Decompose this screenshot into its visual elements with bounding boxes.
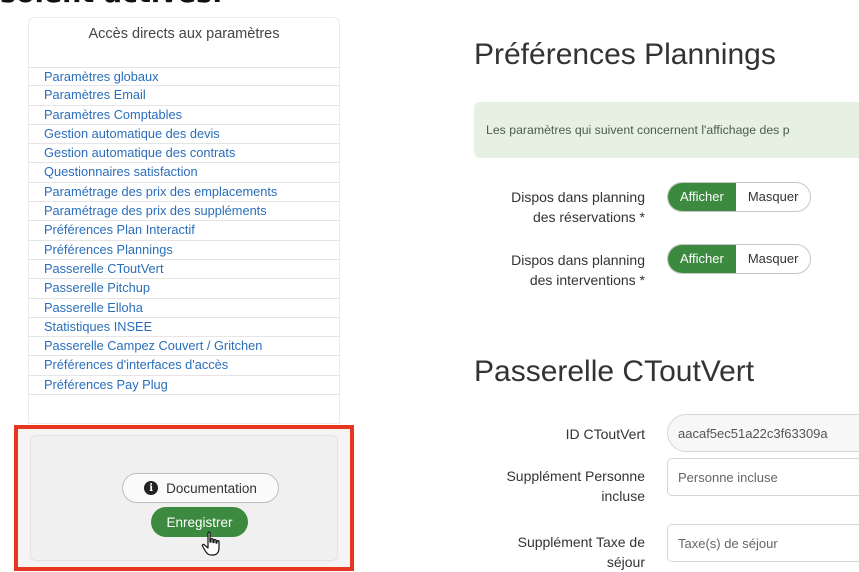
action-panel: i Documentation Enregistrer xyxy=(30,435,338,561)
sidebar-link-plan-interactif[interactable]: Préférences Plan Interactif xyxy=(29,221,339,241)
save-button[interactable]: Enregistrer xyxy=(151,507,248,537)
info-circle-icon: i xyxy=(144,481,159,495)
sidebar-link-preferences-plannings[interactable]: Préférences Plannings xyxy=(29,241,339,260)
sidebar-title: Accès directs aux paramètres xyxy=(88,26,280,42)
highlight-box: i Documentation Enregistrer xyxy=(14,425,354,571)
sidebar-link-campez-couvert[interactable]: Passerelle Campez Couvert / Gritchen xyxy=(29,337,339,357)
clipped-caption-text: soient actives. xyxy=(0,0,222,9)
sidebar-link-statistiques-insee[interactable]: Statistiques INSEE xyxy=(29,318,339,338)
sidebar-link-prix-supplements[interactable]: Paramétrage des prix des suppléments xyxy=(29,202,339,222)
supp-personne-label-line2: incluse xyxy=(601,488,645,504)
sidebar-link-passerelle-elloha[interactable]: Passerelle Elloha xyxy=(29,299,339,318)
sidebar-link-gestion-devis[interactable]: Gestion automatique des devis xyxy=(29,125,339,145)
interventions-show-option[interactable]: Afficher xyxy=(668,245,736,273)
sidebar-link-questionnaires[interactable]: Questionnaires satisfaction xyxy=(29,163,339,183)
supp-taxe-label-line1: Supplément Taxe de xyxy=(517,534,645,550)
sidebar-link-passerelle-pitchup[interactable]: Passerelle Pitchup xyxy=(29,279,339,299)
supp-personne-label: Supplément Personne incluse xyxy=(485,466,645,506)
sidebar-link-parametres-globaux[interactable]: Paramètres globaux xyxy=(29,67,339,87)
settings-shortcut-sidebar: Accès directs aux paramètres Paramètres … xyxy=(28,17,340,424)
supp-personne-input[interactable] xyxy=(667,458,859,496)
reservations-display-toggle: Afficher Masquer xyxy=(667,182,812,212)
supp-taxe-label: Supplément Taxe de séjour xyxy=(485,532,645,572)
hand-pointer-icon xyxy=(201,531,220,556)
reservations-label-line2: des réservations * xyxy=(532,209,645,225)
interventions-availability-label: Dispos dans planning des interventions * xyxy=(485,250,645,290)
documentation-button-label: Documentation xyxy=(166,480,257,496)
sidebar-link-interfaces-acces[interactable]: Préférences d'interfaces d'accès xyxy=(29,356,339,376)
reservations-availability-label: Dispos dans planning des réservations * xyxy=(485,187,645,227)
supp-taxe-label-line2: séjour xyxy=(606,554,645,570)
sidebar-link-parametres-email[interactable]: Paramètres Email xyxy=(29,86,339,106)
documentation-button[interactable]: i Documentation xyxy=(122,473,279,503)
sidebar-link-gestion-contrats[interactable]: Gestion automatique des contrats xyxy=(29,144,339,164)
reservations-label-line1: Dispos dans planning xyxy=(511,189,645,205)
supp-personne-label-line1: Supplément Personne xyxy=(506,468,645,484)
interventions-label-line1: Dispos dans planning xyxy=(511,252,645,268)
reservations-hide-option[interactable]: Masquer xyxy=(736,183,811,211)
sidebar-link-list: Paramètres globaux Paramètres Email Para… xyxy=(29,67,339,396)
reservations-show-option[interactable]: Afficher xyxy=(668,183,736,211)
interventions-display-toggle: Afficher Masquer xyxy=(667,244,812,274)
sidebar-link-prix-emplacements[interactable]: Paramétrage des prix des emplacements xyxy=(29,183,339,203)
plannings-info-banner: Les paramètres qui suivent concernent l'… xyxy=(474,102,859,158)
ctoutvert-id-field[interactable] xyxy=(667,414,859,452)
supp-taxe-input[interactable] xyxy=(667,524,859,562)
sidebar-link-pay-plug[interactable]: Préférences Pay Plug xyxy=(29,376,339,396)
sidebar-link-parametres-comptables[interactable]: Paramètres Comptables xyxy=(29,106,339,125)
plannings-section-title: Préférences Plannings xyxy=(474,38,776,71)
interventions-label-line2: des interventions * xyxy=(529,272,645,288)
ctoutvert-section-title: Passerelle CToutVert xyxy=(474,355,755,388)
interventions-hide-option[interactable]: Masquer xyxy=(736,245,811,273)
ctoutvert-id-label: ID CToutVert xyxy=(565,426,645,442)
sidebar-link-passerelle-ctoutvert[interactable]: Passerelle CToutVert xyxy=(29,260,339,280)
